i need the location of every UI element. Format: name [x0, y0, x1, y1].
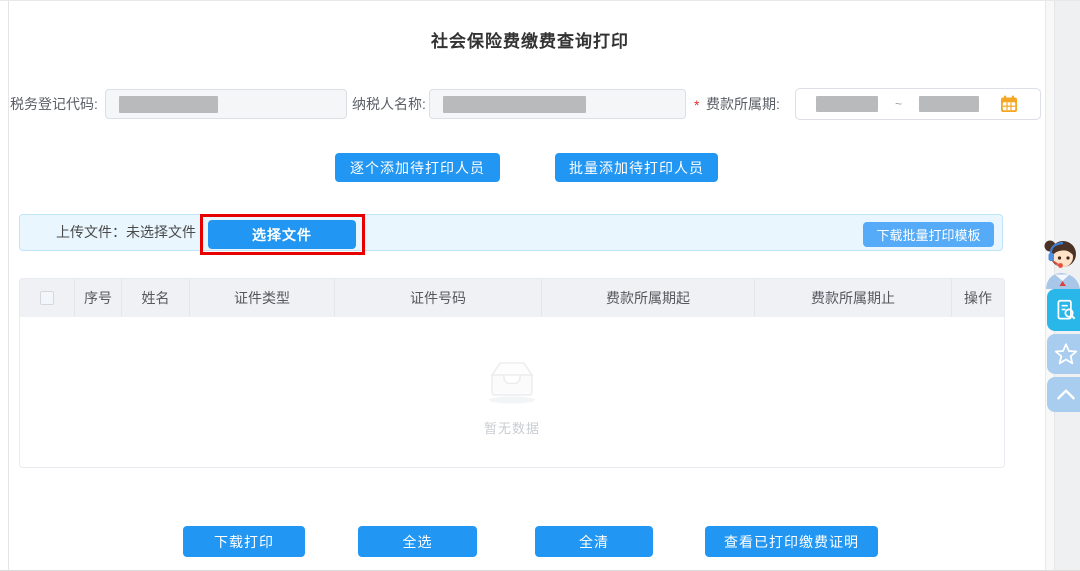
- taxpayer-name-input[interactable]: [429, 89, 686, 119]
- upload-file-label: 上传文件：未选择文件: [56, 224, 196, 240]
- taxpayer-name-redacted-value: [443, 96, 586, 113]
- tax-code-redacted-value: [119, 96, 218, 113]
- document-search-icon[interactable]: [1047, 289, 1080, 331]
- add-batch-person-button[interactable]: 批量添加待打印人员: [555, 153, 718, 182]
- select-all-checkbox-cell: [20, 279, 74, 317]
- star-icon[interactable]: [1047, 334, 1080, 374]
- date-range-separator: ~: [895, 97, 903, 111]
- select-all-button[interactable]: 全选: [358, 526, 477, 557]
- fee-period-label: 费款所属期:: [706, 96, 780, 112]
- column-header-operation: 操作: [951, 279, 1004, 317]
- clear-all-button[interactable]: 全清: [535, 526, 653, 557]
- column-header-id-number: 证件号码: [334, 279, 541, 317]
- required-asterisk: *: [694, 97, 700, 113]
- page-title: 社会保险费缴费查询打印: [431, 32, 629, 51]
- fee-period-end-redacted-value: [919, 96, 980, 112]
- add-single-person-button[interactable]: 逐个添加待打印人员: [335, 153, 500, 182]
- tax-code-input[interactable]: [105, 89, 347, 119]
- empty-box-icon: [483, 362, 541, 409]
- print-person-table: 序号 姓名 证件类型 证件号码 费款所属期起 费款所属期止 操作 暂无数据: [19, 278, 1005, 468]
- customer-service-avatar[interactable]: [1038, 237, 1080, 289]
- left-frame-border: [8, 1, 9, 570]
- social-insurance-print-page: 社会保险费缴费查询打印 税务登记代码: 纳税人名称: * 费款所属期: ~ 逐个…: [0, 0, 1080, 571]
- column-header-id-type: 证件类型: [189, 279, 334, 317]
- upload-file-bar: 上传文件：未选择文件: [19, 214, 1003, 251]
- table-body: 暂无数据: [20, 317, 1004, 467]
- view-printed-certificates-button[interactable]: 查看已打印缴费证明: [705, 526, 878, 557]
- column-header-index: 序号: [74, 279, 121, 317]
- calendar-icon[interactable]: [999, 94, 1019, 114]
- tax-code-label: 税务登记代码:: [10, 96, 98, 112]
- column-header-period-start: 费款所属期起: [541, 279, 754, 317]
- empty-text: 暂无数据: [483, 421, 540, 436]
- download-template-button[interactable]: 下载批量打印模板: [863, 222, 994, 247]
- column-header-name: 姓名: [121, 279, 189, 317]
- column-header-period-end: 费款所属期止: [754, 279, 951, 317]
- fee-period-range-input[interactable]: ~: [795, 88, 1041, 120]
- fee-period-start-redacted-value: [816, 96, 878, 112]
- select-all-checkbox[interactable]: [40, 290, 54, 305]
- table-header-row: 序号 姓名 证件类型 证件号码 费款所属期起 费款所属期止 操作: [20, 279, 1004, 317]
- download-print-button[interactable]: 下载打印: [183, 526, 305, 557]
- collapse-up-icon[interactable]: [1047, 377, 1080, 412]
- choose-file-button[interactable]: 选择文件: [208, 220, 356, 249]
- taxpayer-name-label: 纳税人名称:: [352, 96, 426, 112]
- empty-state: 暂无数据: [20, 355, 1004, 437]
